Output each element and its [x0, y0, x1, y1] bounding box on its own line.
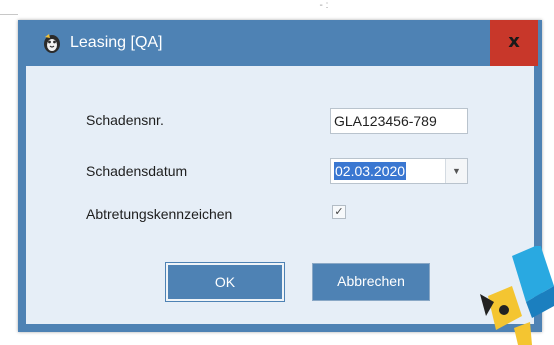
brand-logo-icon	[474, 244, 554, 345]
claim-number-label: Schadensnr.	[86, 112, 164, 128]
claim-number-field[interactable]: GLA123456-789	[330, 108, 468, 134]
cancel-button[interactable]: Abbrechen	[312, 263, 430, 301]
claim-date-value[interactable]: 02.03.2020	[334, 162, 407, 180]
background-window-fragment: - :	[319, 0, 329, 11]
background-window-edge	[0, 14, 18, 15]
leasing-dialog: Leasing [QA] x Schadensnr. GLA123456-789…	[18, 20, 542, 332]
assignment-flag-label: Abtretungskennzeichen	[86, 206, 233, 222]
ok-button[interactable]: OK	[165, 262, 285, 302]
title-bar[interactable]: Leasing [QA] x	[18, 20, 542, 66]
chevron-down-icon[interactable]: ▼	[445, 159, 467, 183]
close-button[interactable]: x	[490, 20, 538, 66]
assignment-flag-checkbox[interactable]: ✓	[332, 205, 346, 219]
dialog-body: Schadensnr. GLA123456-789 Schadensdatum …	[26, 66, 534, 324]
mascot-icon	[40, 31, 64, 55]
claim-date-picker[interactable]: 02.03.2020 ▼	[330, 158, 468, 184]
desktop-background: - : Leasing [QA] x Schadensnr. GLA123456…	[0, 0, 554, 345]
claim-date-label: Schadensdatum	[86, 163, 188, 179]
window-title: Leasing [QA]	[70, 34, 163, 51]
